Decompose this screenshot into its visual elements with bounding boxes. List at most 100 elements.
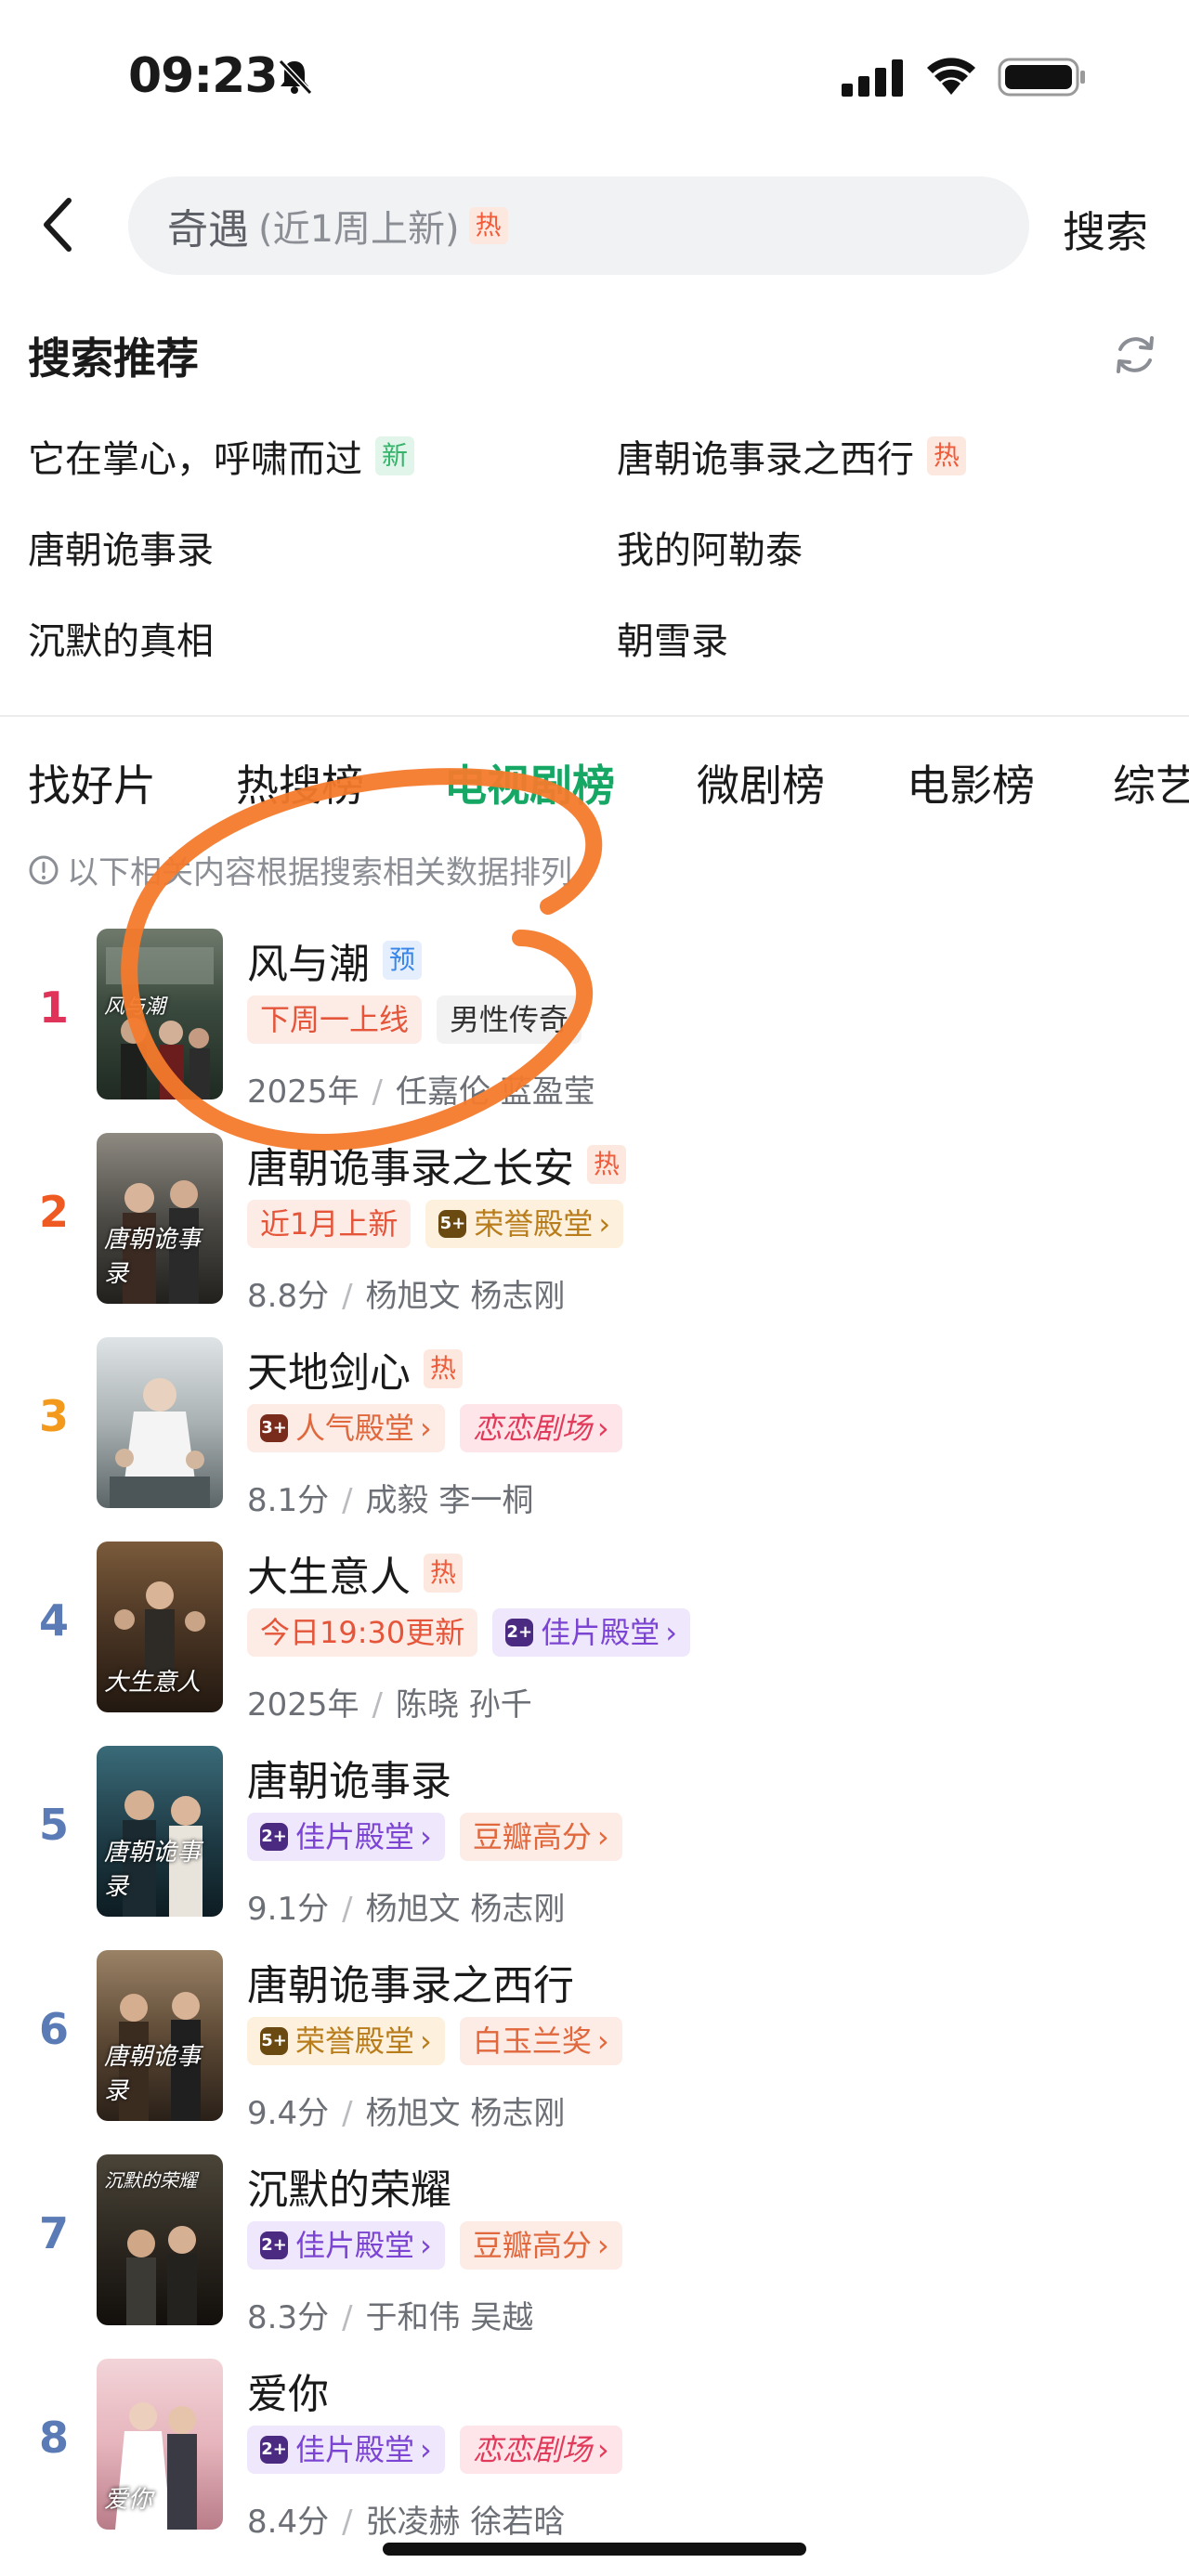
list-item[interactable]: 7 沉默的荣耀 沉默的荣耀 2+ 佳片殿堂 › 豆瓣高分 › 8.3分 / 于和伟 吴越	[0, 2154, 1189, 2349]
chip-label: 佳片殿堂	[295, 2228, 415, 2263]
douban-high-score-chip[interactable]: 豆瓣高分 ›	[459, 2221, 622, 2270]
poster-image[interactable]	[97, 1337, 223, 1508]
honor-hall-chip[interactable]: 5+ 荣誉殿堂 ›	[247, 2017, 445, 2065]
meta-score: 8.8分	[247, 1278, 330, 1315]
drama-title: 唐朝诡事录之长安 热	[247, 1135, 627, 1194]
recommend-item[interactable]: 朝雪录	[617, 611, 728, 665]
romance-theater-chip[interactable]: 恋恋剧场 ›	[459, 2426, 622, 2474]
meta-cast: 任嘉伦 蓝盈莹	[396, 1073, 595, 1111]
drama-title: 爱你	[247, 2361, 329, 2420]
tab-micro-drama[interactable]: 微剧榜	[697, 752, 825, 813]
meta-cast: 于和伟 吴越	[365, 2299, 534, 2336]
cellular-signal-icon	[842, 59, 903, 97]
meta-score: 8.4分	[247, 2504, 330, 2541]
drama-title: 风与潮 预	[247, 930, 423, 990]
poster-image[interactable]: 风与潮	[97, 929, 223, 1099]
recommend-item[interactable]: 唐朝诡事录之西行 热	[617, 429, 967, 483]
list-item[interactable]: 3 天地剑心 热 3+ 人气殿堂 › 恋恋剧场 › 8.1分 / 成毅 李一桐	[0, 1337, 1189, 1532]
search-button[interactable]: 搜索	[1063, 199, 1148, 260]
silent-bell-icon	[278, 59, 313, 95]
quality-hall-chip[interactable]: 2+ 佳片殿堂 ›	[492, 1608, 691, 1657]
meta-info: 2025年 / 陈晓 孙千	[247, 1686, 532, 1724]
list-item[interactable]: 1 风与潮 风与潮 预 下周一上线 男性传奇 2025年 / 任嘉伦 蓝盈莹	[0, 929, 1189, 1124]
meta-info: 9.1分 / 杨旭文 杨志刚	[247, 1891, 566, 1928]
recommend-item-label: 朝雪录	[617, 620, 728, 663]
list-item[interactable]: 5 唐朝诡事录 唐朝诡事录 2+ 佳片殿堂 › 豆瓣高分 › 9.1分 / 杨旭文 杨志刚	[0, 1746, 1189, 1941]
popular-hall-chip[interactable]: 3+ 人气殿堂 ›	[247, 1404, 445, 1452]
list-item[interactable]: 2 唐朝诡事录 唐朝诡事录之长安 热 近1月上新 5+ 荣誉殿堂 › 8.8分 / 杨旭…	[0, 1133, 1189, 1328]
poster-image[interactable]: 唐朝诡事录	[97, 1950, 223, 2121]
chevron-right-icon: ›	[596, 2228, 609, 2263]
hot-tag: 热	[424, 1554, 464, 1593]
meta-score: 9.4分	[247, 2095, 330, 2132]
tag-row: 下周一上线 男性传奇	[247, 995, 596, 1044]
chevron-right-icon: ›	[665, 1615, 678, 1650]
drama-title-text: 风与潮	[247, 941, 370, 988]
chevron-right-icon: ›	[420, 1819, 432, 1854]
recommend-item-label: 它在掌心，呼啸而过	[28, 438, 362, 481]
chevron-right-icon: ›	[598, 1206, 611, 1242]
rank-number: 6	[38, 2004, 69, 2054]
meta-cast: 杨旭文 杨志刚	[365, 2095, 566, 2132]
list-item[interactable]: 6 唐朝诡事录 唐朝诡事录之西行 5+ 荣誉殿堂 › 白玉兰奖 › 9.4分 / 杨旭文 …	[0, 1950, 1189, 2145]
poster-image[interactable]: 爱你	[97, 2359, 223, 2530]
poster-image[interactable]: 沉默的荣耀	[97, 2154, 223, 2325]
chip-label: 佳片殿堂	[295, 1819, 415, 1854]
poster-image[interactable]: 大生意人	[97, 1542, 223, 1712]
poster-title: 爱你	[104, 2486, 153, 2514]
preview-tag: 预	[383, 941, 423, 980]
chip-label: 佳片殿堂	[295, 2432, 415, 2467]
recommend-item[interactable]: 唐朝诡事录	[28, 520, 214, 574]
list-item[interactable]: 8 爱你 爱你 2+ 佳片殿堂 › 恋恋剧场 › 8.4分 / 张凌赫 徐若晗	[0, 2359, 1189, 2554]
rank-number: 4	[38, 1595, 69, 1646]
tab-movie-ranking[interactable]: 电影榜	[907, 752, 1035, 813]
recommend-item[interactable]: 我的阿勒泰	[617, 520, 803, 574]
tab-tv-ranking[interactable]: 电视剧榜	[444, 752, 615, 813]
tab-find-good[interactable]: 找好片	[28, 752, 156, 813]
genre-tag: 男性传奇	[437, 995, 582, 1044]
chevron-right-icon: ›	[420, 2432, 432, 2467]
chip-label: 豆瓣高分	[472, 2228, 592, 2263]
meta-year: 2025年	[247, 1073, 359, 1111]
honor-hall-chip[interactable]: 5+ 荣誉殿堂 ›	[425, 1200, 624, 1248]
chevron-right-icon: ›	[596, 1819, 609, 1854]
chip-label: 佳片殿堂	[541, 1615, 660, 1650]
search-input[interactable]: 奇遇 (近1周上新) 热	[128, 176, 1029, 275]
meta-info: 9.4分 / 杨旭文 杨志刚	[247, 2095, 566, 2132]
douban-high-score-chip[interactable]: 豆瓣高分 ›	[459, 1813, 622, 1861]
poster-image[interactable]: 唐朝诡事录	[97, 1746, 223, 1917]
tab-hot-search[interactable]: 热搜榜	[236, 752, 364, 813]
hot-tag: 热	[927, 436, 967, 475]
award-chip[interactable]: 白玉兰奖 ›	[459, 2017, 622, 2065]
quality-hall-chip[interactable]: 2+ 佳片殿堂 ›	[247, 2221, 445, 2270]
chip-label: 荣誉殿堂	[295, 2023, 415, 2059]
notice-text: 以下相关内容根据搜索相关数据排列	[67, 854, 572, 891]
meta-info: 8.1分 / 成毅 李一桐	[247, 1482, 534, 1519]
quality-hall-chip[interactable]: 2+ 佳片殿堂 ›	[247, 1813, 445, 1861]
chip-label: 白玉兰奖	[472, 2023, 592, 2059]
tab-variety[interactable]: 综艺	[1113, 752, 1189, 813]
honor-badge-icon: 5+	[438, 1210, 467, 1238]
refresh-icon[interactable]	[1111, 331, 1159, 379]
meta-cast: 杨旭文 杨志刚	[365, 1278, 566, 1315]
recommend-item-label: 唐朝诡事录之西行	[617, 438, 914, 481]
recommend-item[interactable]: 它在掌心，呼啸而过 新	[28, 429, 415, 483]
home-indicator[interactable]	[383, 2543, 806, 2556]
romance-theater-chip[interactable]: 恋恋剧场 ›	[459, 1404, 622, 1452]
new-release-tag: 近1月上新	[247, 1200, 412, 1248]
poster-image[interactable]: 唐朝诡事录	[97, 1133, 223, 1304]
rank-number: 2	[38, 1187, 69, 1237]
recommend-item[interactable]: 沉默的真相	[28, 611, 214, 665]
chip-label: 恋恋剧场	[472, 2432, 592, 2467]
drama-title-text: 唐朝诡事录之西行	[247, 1962, 574, 2010]
quality-hall-chip[interactable]: 2+ 佳片殿堂 ›	[247, 2426, 445, 2474]
meta-info: 8.4分 / 张凌赫 徐若晗	[247, 2504, 566, 2541]
back-arrow-icon[interactable]	[39, 197, 76, 253]
drama-title-text: 大生意人	[247, 1554, 411, 1601]
list-item[interactable]: 4 大生意人 大生意人 热 今日19:30更新 2+ 佳片殿堂 › 2025年 / 陈晓…	[0, 1542, 1189, 1737]
chip-label: 人气殿堂	[295, 1411, 415, 1446]
rank-number: 1	[38, 982, 69, 1033]
hot-tag: 热	[587, 1145, 627, 1184]
meta-info: 8.3分 / 于和伟 吴越	[247, 2299, 534, 2336]
rank-number: 3	[38, 1391, 69, 1441]
